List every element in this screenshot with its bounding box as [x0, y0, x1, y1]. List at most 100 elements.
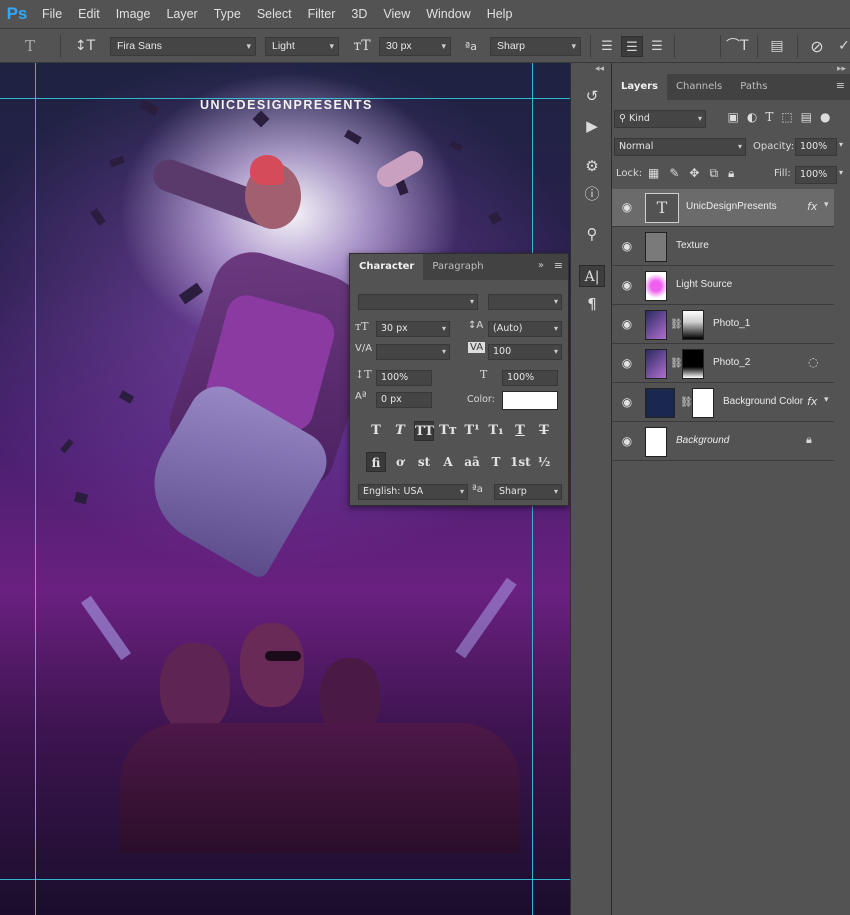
mask-link-icon[interactable]: ⛓ — [670, 358, 683, 369]
opacity-input[interactable]: 100% — [795, 138, 837, 156]
document-title-text[interactable]: UNICDESIGNPRESENTS — [200, 98, 373, 112]
layer-row[interactable]: ◉ ⛓ Photo_2 ◌ — [612, 345, 834, 383]
menu-help[interactable]: Help — [479, 7, 521, 21]
lock-all-icon[interactable]: 🔒︎ — [728, 166, 734, 181]
tab-paragraph[interactable]: Paragraph — [423, 254, 492, 280]
layer-row[interactable]: ◉ ⛓ Photo_1 — [612, 306, 834, 344]
fill-dropdown-icon[interactable]: ▾ — [839, 168, 843, 177]
contextual-alternates-button[interactable]: ơ — [390, 452, 410, 472]
artboard-lock-icon[interactable]: ⧉ — [709, 166, 718, 181]
align-center-icon[interactable]: ☰ — [621, 36, 643, 57]
tab-channels[interactable]: Channels — [667, 74, 731, 100]
character-font-size-select[interactable]: 30 px ▾ — [376, 321, 450, 337]
history-icon[interactable]: ↺ — [579, 85, 605, 107]
layer-row[interactable]: ◉ ⛓ Background Color fx ▾ — [612, 384, 834, 422]
menu-select[interactable]: Select — [249, 7, 300, 21]
leading-select[interactable]: (Auto) ▾ — [488, 321, 562, 337]
info-icon[interactable]: ⓘ — [579, 183, 605, 205]
strikethrough-button[interactable]: T — [534, 421, 554, 441]
canvas-area[interactable]: UNICDESIGNPRESENTS Character Paragraph »… — [0, 63, 570, 915]
visibility-eye-icon[interactable]: ◉ — [620, 356, 634, 370]
warp-text-icon[interactable]: ⌒T — [726, 36, 749, 57]
text-orientation-icon[interactable]: ↕T — [72, 36, 98, 57]
expand-effects-icon[interactable]: ▾ — [824, 395, 829, 405]
lock-pixels-icon[interactable]: ✎ — [669, 166, 679, 181]
lock-transparency-icon[interactable]: ▦ — [648, 166, 659, 181]
align-left-icon[interactable]: ☰ — [597, 36, 617, 57]
layer-filter-select[interactable]: ⚲ Kind ▾ — [614, 110, 706, 128]
layer-name[interactable]: UnicDesignPresents — [686, 201, 777, 212]
underline-button[interactable]: T — [510, 421, 530, 441]
smart-filter-icon[interactable]: ▤ — [801, 110, 812, 128]
pixel-filter-icon[interactable]: ▣ — [727, 110, 738, 128]
panel-menu-icon[interactable]: ≡ — [554, 259, 563, 272]
adjustments-icon[interactable]: ⚙ — [579, 155, 605, 177]
character-font-style-select[interactable]: ▾ — [488, 294, 562, 310]
layer-mask-thumbnail[interactable] — [682, 310, 704, 340]
character-antialias-select[interactable]: Sharp ▾ — [494, 484, 562, 500]
mask-link-icon[interactable]: ⛓ — [680, 397, 693, 408]
collapse-layers-icon[interactable]: ▸▸ — [837, 64, 846, 74]
font-size-select[interactable]: 30 px ▾ — [379, 37, 451, 56]
layer-row[interactable]: ◉ Texture — [612, 228, 834, 266]
layer-effects-icon[interactable]: fx — [807, 395, 817, 408]
baseline-shift-input[interactable]: 0 px — [376, 392, 432, 408]
blend-mode-select[interactable]: Normal ▾ — [614, 138, 746, 156]
font-style-select[interactable]: Light ▾ — [265, 37, 339, 56]
layer-row[interactable]: ◉ T UnicDesignPresents fx ▾ — [612, 189, 834, 227]
language-select[interactable]: English: USA ▾ — [358, 484, 468, 500]
clone-source-icon[interactable]: ⚲ — [579, 223, 605, 245]
font-family-select[interactable]: Fira Sans ▾ — [110, 37, 256, 56]
paragraph-panel-icon[interactable]: ¶ — [579, 293, 605, 315]
layer-mask-thumbnail[interactable] — [682, 349, 704, 379]
layer-name[interactable]: Photo_1 — [713, 318, 750, 329]
layer-name[interactable]: Background Color — [723, 396, 803, 407]
lock-icon[interactable]: 🔒︎ — [806, 433, 812, 447]
tab-character[interactable]: Character — [350, 254, 424, 280]
character-color-swatch[interactable] — [502, 391, 558, 410]
faux-bold-button[interactable]: T — [366, 421, 386, 441]
layer-effects-icon[interactable]: fx — [807, 200, 817, 213]
vertical-scale-input[interactable]: 100% — [376, 370, 432, 386]
visibility-eye-icon[interactable]: ◉ — [620, 317, 634, 331]
menu-file[interactable]: File — [34, 7, 70, 21]
opacity-dropdown-icon[interactable]: ▾ — [839, 140, 843, 149]
titling-alternates-button[interactable]: T — [486, 452, 506, 472]
layer-mask-thumbnail[interactable] — [692, 388, 714, 418]
menu-3d[interactable]: 3D — [343, 7, 375, 21]
menu-window[interactable]: Window — [418, 7, 478, 21]
commit-edits-icon[interactable]: ✓ — [838, 36, 850, 57]
align-right-icon[interactable]: ☰ — [647, 36, 667, 57]
layer-row[interactable]: ◉ Background 🔒︎ — [612, 423, 834, 461]
visibility-eye-icon[interactable]: ◉ — [620, 239, 634, 253]
type-filter-icon[interactable]: T — [765, 110, 773, 128]
adjustment-filter-icon[interactable]: ◐ — [747, 110, 757, 128]
ligatures-button[interactable]: fi — [366, 452, 386, 472]
actions-play-icon[interactable]: ▶ — [579, 115, 605, 137]
faux-italic-button[interactable]: T — [390, 421, 410, 441]
panel-menu-icon[interactable]: ≡ — [836, 79, 845, 92]
layers-scrollbar[interactable] — [834, 189, 850, 915]
menu-image[interactable]: Image — [108, 7, 159, 21]
subscript-button[interactable]: T₁ — [486, 421, 506, 441]
horizontal-scale-input[interactable]: 100% — [502, 370, 558, 386]
superscript-button[interactable]: T¹ — [462, 421, 482, 441]
collapse-panel-icon[interactable]: » — [538, 260, 544, 271]
mask-link-icon[interactable]: ⛓ — [670, 319, 683, 330]
swash-button[interactable]: A — [438, 452, 458, 472]
layer-name[interactable]: Texture — [676, 240, 709, 251]
menu-edit[interactable]: Edit — [70, 7, 108, 21]
lock-position-icon[interactable]: ✥ — [689, 166, 699, 181]
cancel-edits-icon[interactable]: ⊘ — [806, 36, 828, 57]
visibility-eye-icon[interactable]: ◉ — [620, 434, 634, 448]
fractions-button[interactable]: ½ — [534, 452, 554, 472]
layer-name[interactable]: Background — [676, 435, 729, 446]
visibility-eye-icon[interactable]: ◉ — [620, 278, 634, 292]
antialias-select[interactable]: Sharp ▾ — [490, 37, 581, 56]
discretionary-ligatures-button[interactable]: st — [414, 452, 434, 472]
filter-toggle-icon[interactable]: ● — [820, 110, 830, 128]
ordinals-button[interactable]: 1st — [510, 452, 531, 472]
small-caps-button[interactable]: Tт — [438, 421, 458, 441]
character-panel-icon[interactable]: A| — [579, 265, 605, 287]
layer-name[interactable]: Photo_2 — [713, 357, 750, 368]
